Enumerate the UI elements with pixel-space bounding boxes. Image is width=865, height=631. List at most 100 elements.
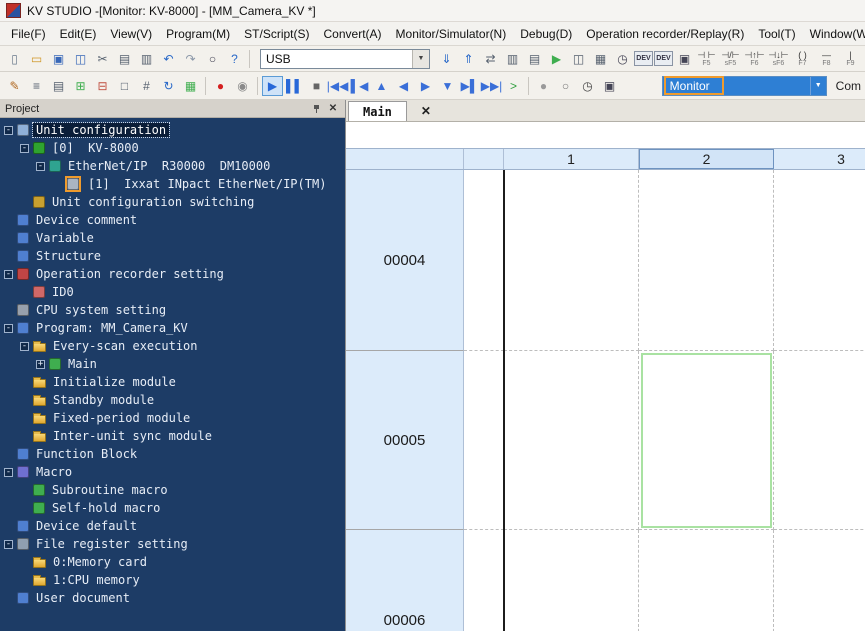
no-contact-icon[interactable]: ⊣ ⊢ F5 bbox=[695, 50, 718, 68]
ladder-edit-icon[interactable]: ✎ bbox=[4, 76, 25, 96]
record-stop-button[interactable]: ◉ bbox=[232, 76, 253, 96]
step-forward-icon[interactable]: ▶▌ bbox=[459, 76, 480, 96]
menu-item[interactable]: ST/Script(S) bbox=[237, 24, 316, 44]
zoom-icon[interactable]: □ bbox=[114, 76, 135, 96]
capture-icon[interactable]: ▣ bbox=[599, 76, 620, 96]
tree-expand-minus-icon[interactable]: - bbox=[20, 143, 29, 153]
registration-monitor-icon[interactable]: ◫ bbox=[568, 49, 589, 69]
column-header[interactable]: 2 bbox=[639, 149, 774, 169]
tree-item[interactable]: Structure bbox=[0, 247, 345, 265]
cut-icon[interactable]: ✂ bbox=[92, 49, 113, 69]
tree-item[interactable]: Device comment bbox=[0, 211, 345, 229]
insert-row-icon[interactable]: ⊞ bbox=[70, 76, 91, 96]
verify-data-icon[interactable]: ⇄ bbox=[480, 49, 501, 69]
nc-contact-icon[interactable]: ⊣/⊢ sF5 bbox=[719, 50, 742, 68]
column-header[interactable]: 1 bbox=[504, 149, 639, 169]
record-button[interactable]: ● bbox=[210, 76, 231, 96]
selected-cell-indicator[interactable] bbox=[641, 353, 772, 528]
device-assign-icon[interactable]: ▦ bbox=[180, 76, 201, 96]
close-tab-icon[interactable]: ✕ bbox=[415, 101, 437, 121]
refresh-icon[interactable]: ↻ bbox=[158, 76, 179, 96]
device-monitor-icon[interactable]: DEV bbox=[654, 51, 673, 66]
rising-contact-icon[interactable]: ⊣↑⊢ F6 bbox=[743, 50, 766, 68]
tree-expand-minus-icon[interactable]: - bbox=[4, 323, 13, 333]
ladder-cell[interactable] bbox=[774, 530, 865, 631]
tree-item[interactable]: 1:CPU memory bbox=[0, 571, 345, 589]
monitor-mode-combo[interactable]: Monitor ▼ bbox=[661, 75, 827, 96]
undo-icon[interactable]: ↶ bbox=[158, 49, 179, 69]
comment-edit-icon[interactable]: ≡ bbox=[26, 76, 47, 96]
transfer-to-plc-icon[interactable]: ⇓ bbox=[436, 49, 457, 69]
device-browser-icon[interactable]: DEV bbox=[634, 51, 653, 66]
back-icon[interactable]: ◀ bbox=[393, 76, 414, 96]
tree-item[interactable]: Self-hold macro bbox=[0, 499, 345, 517]
tree-expand-minus-icon[interactable]: - bbox=[4, 269, 13, 279]
power-icon[interactable]: ○ bbox=[555, 76, 576, 96]
tree-item[interactable]: 0:Memory card bbox=[0, 553, 345, 571]
ladder-margin-cell[interactable] bbox=[464, 170, 504, 351]
save-project-icon[interactable]: ▣ bbox=[48, 49, 69, 69]
ladder-cell[interactable] bbox=[774, 351, 865, 530]
tree-item[interactable]: - [0] KV-8000 bbox=[0, 139, 345, 157]
tree-item[interactable]: ID0 bbox=[0, 283, 345, 301]
row-number-cell[interactable]: 00005 bbox=[346, 351, 464, 530]
next-marker-icon[interactable]: ▼ bbox=[437, 76, 458, 96]
close-panel-icon[interactable]: ✕ bbox=[326, 102, 340, 115]
help-icon[interactable]: ? bbox=[224, 49, 245, 69]
play-button[interactable]: ▶ bbox=[262, 75, 283, 96]
tree-expand-plus-icon[interactable]: + bbox=[36, 359, 45, 369]
ladder-margin-cell[interactable] bbox=[464, 530, 504, 631]
horizontal-line-icon[interactable]: — F8 bbox=[815, 50, 838, 68]
menu-item[interactable]: Program(M) bbox=[159, 24, 237, 44]
prev-marker-icon[interactable]: ▲ bbox=[371, 76, 392, 96]
menu-item[interactable]: File(F) bbox=[4, 24, 53, 44]
tree-expand-minus-icon[interactable]: - bbox=[4, 467, 13, 477]
tree-item[interactable]: - Operation recorder setting bbox=[0, 265, 345, 283]
menu-item[interactable]: Operation recorder/Replay(R) bbox=[579, 24, 751, 44]
screen-capture-icon[interactable]: ▣ bbox=[674, 49, 695, 69]
jump-start-icon[interactable]: |◀◀ bbox=[327, 76, 349, 96]
tree-expand-minus-icon[interactable]: - bbox=[4, 125, 13, 135]
batch-monitor-icon[interactable]: ▦ bbox=[590, 49, 611, 69]
jump-end-icon[interactable]: ▶▶| bbox=[481, 76, 503, 96]
tree-expand-minus-icon[interactable]: - bbox=[36, 161, 45, 171]
ladder-cell[interactable] bbox=[774, 170, 865, 351]
tree-item[interactable]: User document bbox=[0, 589, 345, 607]
ladder-cell[interactable] bbox=[639, 170, 774, 351]
falling-contact-icon[interactable]: ⊣↓⊢ sF6 bbox=[767, 50, 790, 68]
tree-item[interactable]: - File register setting bbox=[0, 535, 345, 553]
menu-item[interactable]: Debug(D) bbox=[513, 24, 579, 44]
pin-icon[interactable] bbox=[309, 102, 323, 115]
paste-icon[interactable]: ▥ bbox=[136, 49, 157, 69]
ladder-editor[interactable]: 1 2 3 00004 00005 00006 bbox=[346, 122, 865, 631]
tree-item[interactable]: Unit configuration switching bbox=[0, 193, 345, 211]
tree-expand-minus-icon[interactable]: - bbox=[4, 539, 13, 549]
tree-item[interactable]: + Main bbox=[0, 355, 345, 373]
search-icon[interactable]: ○ bbox=[202, 49, 223, 69]
ladder-margin-cell[interactable] bbox=[464, 351, 504, 530]
tree-item[interactable]: Function Block bbox=[0, 445, 345, 463]
time-chart-icon[interactable]: ◷ bbox=[577, 76, 598, 96]
ladder-cell[interactable] bbox=[504, 170, 639, 351]
stop-button[interactable]: ■ bbox=[306, 76, 327, 96]
tree-item[interactable]: Standby module bbox=[0, 391, 345, 409]
tree-item[interactable]: CPU system setting bbox=[0, 301, 345, 319]
chevron-down-icon[interactable]: ▼ bbox=[412, 49, 429, 68]
menu-item[interactable]: Edit(E) bbox=[53, 24, 104, 44]
tree-item[interactable]: - Unit configuration bbox=[0, 121, 345, 139]
monitor-mode-icon[interactable]: ▥ bbox=[502, 49, 523, 69]
ladder-cell[interactable] bbox=[639, 530, 774, 631]
comm-port-combo[interactable]: USB ▼ bbox=[260, 48, 430, 69]
tree-expand-minus-icon[interactable]: - bbox=[20, 341, 29, 351]
menu-item[interactable]: View(V) bbox=[103, 24, 159, 44]
new-project-icon[interactable]: ▯ bbox=[4, 49, 25, 69]
tree-item[interactable]: - Program: MM_Camera_KV bbox=[0, 319, 345, 337]
column-header[interactable]: 3 bbox=[774, 149, 865, 169]
menu-item[interactable]: Window(W) bbox=[803, 24, 865, 44]
simulator-icon[interactable]: ▶ bbox=[546, 49, 567, 69]
tree-item[interactable]: - EtherNet/IP R30000 DM10000 bbox=[0, 157, 345, 175]
read-from-plc-icon[interactable]: ⇑ bbox=[458, 49, 479, 69]
tree-item[interactable]: Fixed-period module bbox=[0, 409, 345, 427]
tree-item[interactable]: - Macro bbox=[0, 463, 345, 481]
grid-display-icon[interactable]: # bbox=[136, 76, 157, 96]
